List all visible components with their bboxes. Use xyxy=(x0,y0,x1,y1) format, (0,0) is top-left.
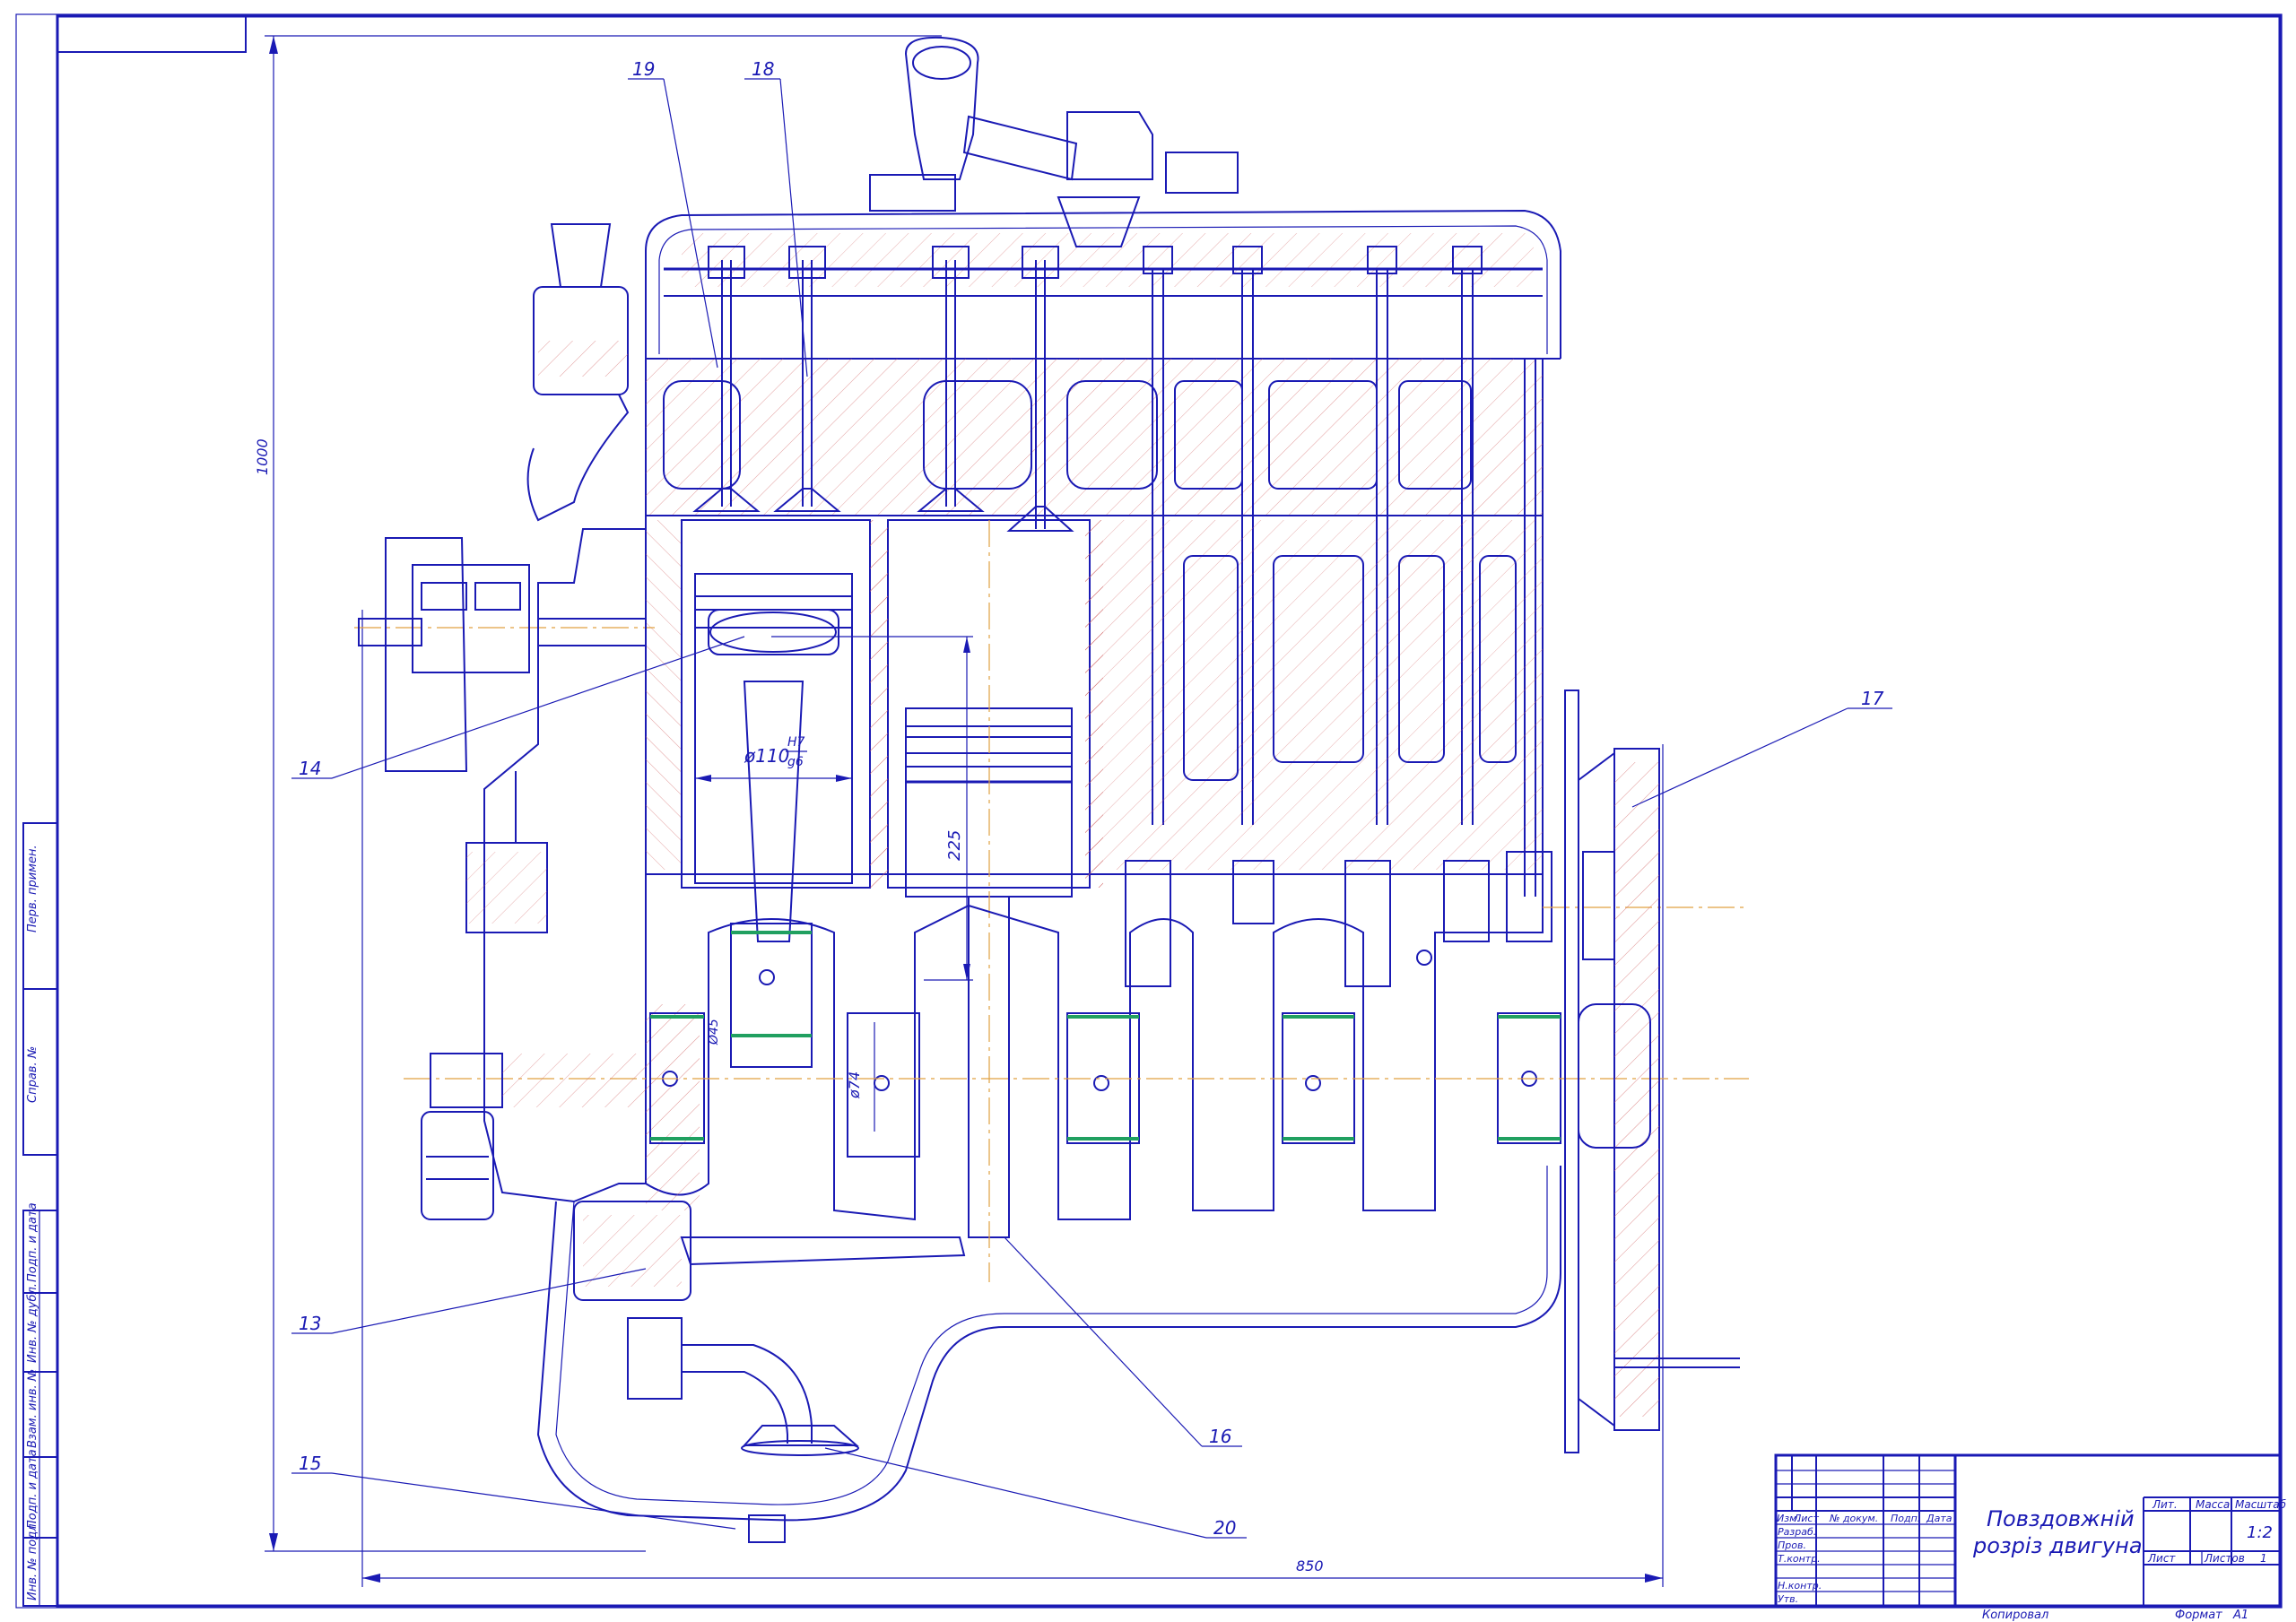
sheets-label: Листов xyxy=(2204,1552,2245,1565)
title-line-1: Повздовжній xyxy=(1987,1506,2135,1531)
col-doc: № докум. xyxy=(1829,1513,1878,1524)
row-nkontr: Н.контр. xyxy=(1778,1580,1822,1592)
engine-drawing: Перв. примен. Справ. № Подп. и дата Инв.… xyxy=(15,13,2287,1622)
callout-13: 13 xyxy=(299,1313,321,1334)
callout-20: 20 xyxy=(1213,1517,1236,1539)
row-razrab: Разраб. xyxy=(1778,1526,1816,1538)
lit-label: Лит. xyxy=(2152,1498,2178,1511)
scale-label: Масштаб xyxy=(2235,1498,2287,1511)
top-left-stamp-box xyxy=(57,15,247,53)
callout-15: 15 xyxy=(299,1453,321,1474)
callout-16: 16 xyxy=(1209,1426,1231,1447)
width-dim-text: 850 xyxy=(1296,1557,1324,1574)
col-list: Лист xyxy=(1793,1513,1819,1524)
callout-17: 17 xyxy=(1861,688,1884,709)
row-utv: Утв. xyxy=(1778,1593,1798,1605)
sheets-value: 1 xyxy=(2260,1552,2267,1565)
col-podp: Подп. xyxy=(1891,1513,1920,1524)
callout-19: 19 xyxy=(632,58,655,80)
row-tkontr: Т.контр. xyxy=(1778,1553,1821,1565)
fit-upper-text: H7 xyxy=(787,735,805,750)
format-label: Формат xyxy=(2175,1609,2222,1622)
title-line-2: розріз двигуна xyxy=(1972,1533,2143,1558)
oil-pickup xyxy=(682,1344,859,1456)
rod-journals xyxy=(730,851,1552,1158)
scale-value: 1:2 xyxy=(2247,1523,2273,1542)
journal-dim-text: ø74 xyxy=(846,1071,863,1099)
bore-dimension: ø110 H7 g6 xyxy=(695,735,852,782)
strip-label-5: Взам. инв. № xyxy=(26,1369,39,1448)
format-value: А1 xyxy=(2232,1609,2248,1622)
flywheel xyxy=(1564,690,1740,1453)
piston-2 xyxy=(905,520,1073,1282)
bore-dim-text: ø110 xyxy=(744,745,789,767)
mass-label: Масса xyxy=(2196,1498,2230,1511)
strip-label-7: Инв. № подл. xyxy=(26,1520,39,1600)
callout-18: 18 xyxy=(752,58,774,80)
strip-label-2: Справ. № xyxy=(26,1046,39,1103)
row-prov: Пров. xyxy=(1778,1540,1806,1551)
front-cover xyxy=(358,528,647,1220)
height-dim-text: 1000 xyxy=(254,438,271,475)
sheet-label: Лист xyxy=(2147,1552,2176,1565)
strip-label-4: Инв. № дубл. xyxy=(26,1283,39,1363)
copied-label: Копировал xyxy=(1982,1609,2048,1622)
fit-lower-text: g6 xyxy=(787,755,804,769)
left-strip: Перв. примен. Справ. № Подп. и дата Инв.… xyxy=(22,822,58,1607)
title-block: Повздовжній розріз двигуна Изм. Лист № д… xyxy=(1774,1453,2287,1608)
valve-cover xyxy=(645,209,1561,360)
strip-label-3: Подп. и дата xyxy=(26,1202,39,1282)
stroke-dim-text: 225 xyxy=(945,830,964,861)
pin-dim-text: Ø45 xyxy=(707,1019,721,1045)
cylinder-head xyxy=(645,358,1544,516)
thermostat-housing xyxy=(526,223,630,522)
col-date: Дата xyxy=(1926,1513,1952,1524)
strip-label-6: Подп. и дата xyxy=(26,1449,39,1529)
oil-pump xyxy=(573,1201,966,1400)
strip-label-1: Перв. примен. xyxy=(26,845,39,932)
crankcase xyxy=(645,874,1544,1221)
callout-14: 14 xyxy=(299,758,321,779)
intake-manifold xyxy=(869,36,1239,247)
